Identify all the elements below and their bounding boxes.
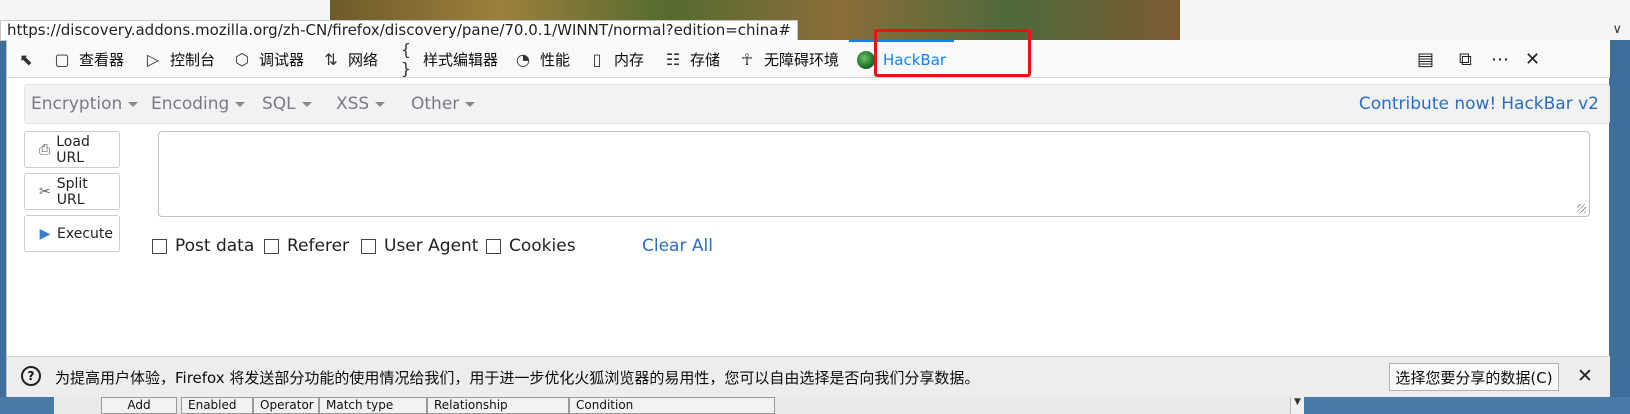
execute-label: Execute xyxy=(57,225,113,242)
close-icon[interactable]: ✕ xyxy=(1577,365,1593,387)
option-referer[interactable]: Referer xyxy=(264,236,349,256)
load-url-button[interactable]: ⎙ Load URL xyxy=(24,131,120,168)
chevron-down-icon xyxy=(465,101,476,107)
bg-add-button[interactable]: Add xyxy=(101,397,177,414)
dock-icon[interactable]: ⧉ xyxy=(1459,40,1472,78)
hackbar-highlight-box xyxy=(874,29,1031,77)
notification-text: 为提高用户体验，Firefox 将发送部分功能的使用情况给我们，用于进一步优化火… xyxy=(55,369,980,387)
clear-all-link[interactable]: Clear All xyxy=(642,236,713,256)
tab-storage[interactable]: ☷ 存储 xyxy=(664,40,720,78)
scissors-icon: ✂ xyxy=(39,183,51,200)
tab-label: 样式编辑器 xyxy=(423,50,499,69)
menu-label: Other xyxy=(411,94,460,114)
bg-scroll-down-icon[interactable]: ▼ xyxy=(1290,397,1304,414)
tab-console[interactable]: ▷ 控制台 xyxy=(144,40,215,78)
option-label: User Agent xyxy=(384,236,479,256)
execute-button[interactable]: ▶ Execute xyxy=(24,215,120,252)
menu-encryption[interactable]: Encryption xyxy=(31,85,139,123)
tab-label: 内存 xyxy=(614,50,645,69)
option-label: Post data xyxy=(175,236,255,256)
notification-bar: ? 为提高用户体验，Firefox 将发送部分功能的使用情况给我们，用于进一步优… xyxy=(7,356,1610,397)
accessibility-icon: ☥ xyxy=(741,49,753,69)
tab-debugger[interactable]: ⬡ 调试器 xyxy=(233,40,304,78)
storage-icon: ☷ xyxy=(665,49,681,69)
option-post-data[interactable]: Post data xyxy=(152,236,254,256)
chevron-down-icon xyxy=(375,101,386,107)
help-icon: ? xyxy=(21,366,41,386)
status-url: https://discovery.addons.mozilla.org/zh-… xyxy=(0,20,798,41)
option-label: Referer xyxy=(287,236,350,256)
version-label: HackBar v2 xyxy=(1501,94,1599,114)
contribute-link[interactable]: Contribute now! xyxy=(1359,94,1496,114)
scroll-down-icon[interactable]: ∨ xyxy=(1612,22,1622,37)
tab-label: 控制台 xyxy=(170,50,216,69)
menu-other[interactable]: Other xyxy=(411,85,476,123)
tab-performance[interactable]: ◔ 性能 xyxy=(514,40,570,78)
option-label: Cookies xyxy=(509,236,576,256)
tab-label: 存储 xyxy=(690,50,721,69)
chevron-down-icon xyxy=(235,101,246,107)
option-user-agent[interactable]: User Agent xyxy=(361,236,478,256)
bg-header-enabled: Enabled xyxy=(181,397,253,414)
bg-header-relationship: Relationship xyxy=(427,397,569,414)
play-icon: ▶ xyxy=(39,225,51,242)
menu-label: Encoding xyxy=(151,94,230,114)
layout-toggle-icon[interactable]: ▤ xyxy=(1417,40,1434,78)
contribute-area: Contribute now! HackBar v2 xyxy=(1359,85,1599,123)
load-url-label: Load URL xyxy=(56,133,90,166)
chevron-down-icon xyxy=(301,101,312,107)
close-devtools-icon[interactable]: ✕ xyxy=(1525,40,1540,78)
checkbox[interactable] xyxy=(361,238,376,254)
tab-accessibility[interactable]: ☥ 无障碍环境 xyxy=(738,40,839,78)
network-icon: ⇅ xyxy=(324,49,338,69)
url-textarea[interactable] xyxy=(158,131,1590,217)
tab-label: 查看器 xyxy=(79,50,125,69)
style-editor-icon: { } xyxy=(400,40,412,78)
tab-inspector[interactable]: ▢ 查看器 xyxy=(53,40,124,78)
checkbox[interactable] xyxy=(486,238,501,254)
tab-label: 调试器 xyxy=(259,50,305,69)
devtools-toolbar: ⬉ ▢ 查看器 ▷ 控制台 ⬡ 调试器 ⇅ 网络 { } 样式编辑器 ◔ 性能 … xyxy=(7,40,1610,78)
performance-icon: ◔ xyxy=(516,49,530,69)
chevron-down-icon xyxy=(128,101,139,107)
menu-label: Encryption xyxy=(31,94,123,114)
resize-grip-icon[interactable] xyxy=(1577,204,1586,213)
console-icon: ▷ xyxy=(146,49,160,69)
tab-network[interactable]: ⇅ 网络 xyxy=(322,40,378,78)
bg-header-match-type: Match type xyxy=(319,397,427,414)
tab-memory[interactable]: ▯ 内存 xyxy=(588,40,644,78)
menu-encoding[interactable]: Encoding xyxy=(151,85,246,123)
split-url-label: Split URL xyxy=(56,175,88,208)
devtools-panel: ⬉ ▢ 查看器 ▷ 控制台 ⬡ 调试器 ⇅ 网络 { } 样式编辑器 ◔ 性能 … xyxy=(6,40,1610,397)
load-url-icon: ⎙ xyxy=(39,141,51,158)
hackbar-icon xyxy=(857,51,875,69)
checkbox[interactable] xyxy=(152,238,167,254)
tab-label: 无障碍环境 xyxy=(764,50,840,69)
option-cookies[interactable]: Cookies xyxy=(486,236,576,256)
tab-label: 性能 xyxy=(540,50,571,69)
split-url-button[interactable]: ✂ Split URL xyxy=(24,173,120,210)
memory-icon: ▯ xyxy=(592,49,602,69)
more-options-icon[interactable]: ⋯ xyxy=(1491,40,1509,78)
element-picker-icon: ⬉ xyxy=(19,49,33,69)
menu-label: SQL xyxy=(262,94,296,114)
menu-label: XSS xyxy=(336,94,370,114)
tab-style-editor[interactable]: { } 样式编辑器 xyxy=(397,40,498,78)
element-picker-button[interactable]: ⬉ xyxy=(17,40,35,78)
tab-label: 网络 xyxy=(348,50,379,69)
hackbar-menubar: Encryption Encoding SQL XSS Other Contri… xyxy=(24,84,1610,124)
inspector-icon: ▢ xyxy=(54,49,70,69)
menu-xss[interactable]: XSS xyxy=(336,85,386,123)
menu-sql[interactable]: SQL xyxy=(262,85,312,123)
checkbox[interactable] xyxy=(264,238,279,254)
debugger-icon: ⬡ xyxy=(235,49,249,69)
bg-header-condition: Condition xyxy=(569,397,775,414)
choose-data-button[interactable]: 选择您要分享的数据(C) xyxy=(1389,363,1559,391)
bg-header-operator: Operator xyxy=(253,397,319,414)
